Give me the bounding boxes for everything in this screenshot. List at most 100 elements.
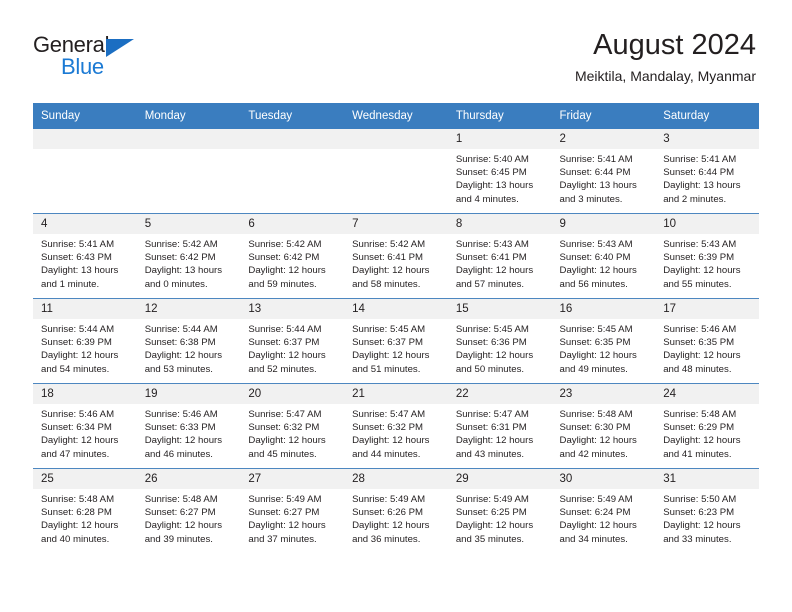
day-details: Sunrise: 5:42 AM Sunset: 6:41 PM Daylight:… [344,234,448,291]
calendar-day-cell[interactable]: 12 Sunrise: 5:44 AM Sunset: 6:38 PM Dayligh… [136,298,241,384]
day-number: 5 [136,214,241,234]
weekday-header-row: Sunday Monday Tuesday Wednesday Thursday… [33,103,759,129]
daylight-text-line2: and 33 minutes. [663,533,732,545]
daylight-text-line1: Daylight: 12 hours [455,435,534,447]
calendar-day-cell[interactable]: 13 Sunrise: 5:44 AM Sunset: 6:37 PM Dayligh… [240,298,345,384]
calendar-week-row: 18 Sunrise: 5:46 AM Sunset: 6:34 PM Dayligh… [33,383,759,469]
sunrise-text: Sunrise: 5:47 AM [455,409,529,420]
calendar-body: 1 Sunrise: 5:40 AM Sunset: 6:45 PM Daylight… [33,129,759,553]
calendar-day-cell[interactable]: 17 Sunrise: 5:46 AM Sunset: 6:35 PM Dayligh… [655,298,759,384]
daylight-text-line1: Daylight: 12 hours [559,520,637,532]
day-details: Sunrise: 5:48 AM Sunset: 6:27 PM Daylight:… [137,489,241,546]
daylight-text-line1: Daylight: 12 hours [352,265,430,277]
weekday-header-thursday: Thursday [447,103,552,129]
day-details: Sunrise: 5:50 AM Sunset: 6:23 PM Daylight:… [655,489,759,546]
sunset-text: Sunset: 6:43 PM [41,252,112,264]
calendar-day-cell[interactable]: 28 Sunrise: 5:49 AM Sunset: 6:26 PM Dayligh… [344,468,448,553]
daylight-text-line2: and 48 minutes. [663,363,732,375]
daylight-text-line1: Daylight: 12 hours [248,350,326,362]
sunset-text: Sunset: 6:36 PM [455,337,527,349]
weekday-header-monday: Monday [136,103,241,129]
calendar-day-cell[interactable]: 4 Sunrise: 5:41 AM Sunset: 6:43 PM Daylight… [33,213,137,299]
calendar-day-cell[interactable]: 16 Sunrise: 5:45 AM Sunset: 6:35 PM Dayligh… [551,298,656,384]
weekday-header-tuesday: Tuesday [240,103,345,129]
sunset-text: Sunset: 6:25 PM [455,507,527,519]
calendar-day-cell[interactable]: 30 Sunrise: 5:49 AM Sunset: 6:24 PM Dayligh… [551,468,656,553]
generalblue-logo[interactable]: General Blue [33,32,213,84]
day-number: 27 [240,469,345,489]
calendar-day-cell[interactable]: 25 Sunrise: 5:48 AM Sunset: 6:28 PM Dayligh… [33,468,137,553]
calendar-day-cell[interactable]: 14 Sunrise: 5:45 AM Sunset: 6:37 PM Dayligh… [344,298,448,384]
title-block: August 2024 Meiktila, Mandalay, Myanmar [575,28,756,85]
daylight-text-line1: Daylight: 13 hours [455,180,534,192]
daylight-text-line1: Daylight: 12 hours [455,520,534,532]
sunrise-text: Sunrise: 5:43 AM [559,239,633,250]
sunset-text: Sunset: 6:39 PM [663,252,735,264]
day-details: Sunrise: 5:45 AM Sunset: 6:36 PM Daylight:… [448,319,552,376]
day-number: 20 [240,384,345,404]
sunset-text: Sunset: 6:32 PM [248,422,320,434]
daylight-text-line1: Daylight: 12 hours [248,265,326,277]
daylight-text-line2: and 53 minutes. [144,363,213,375]
sunrise-text: Sunrise: 5:45 AM [352,324,426,335]
sunset-text: Sunset: 6:26 PM [352,507,424,519]
sunset-text: Sunset: 6:28 PM [41,507,112,519]
sunrise-text: Sunrise: 5:47 AM [248,409,322,420]
daylight-text-line2: and 37 minutes. [248,533,317,545]
calendar-day-cell[interactable]: 15 Sunrise: 5:45 AM Sunset: 6:36 PM Dayligh… [447,298,552,384]
sunrise-text: Sunrise: 5:45 AM [559,324,633,335]
calendar-day-cell[interactable]: 7 Sunrise: 5:42 AM Sunset: 6:41 PM Daylight… [344,213,448,299]
sunset-text: Sunset: 6:30 PM [559,422,631,434]
sunrise-text: Sunrise: 5:48 AM [559,409,633,420]
calendar-day-cell[interactable]: 31 Sunrise: 5:50 AM Sunset: 6:23 PM Dayligh… [655,468,759,553]
calendar-day-cell[interactable]: 20 Sunrise: 5:47 AM Sunset: 6:32 PM Dayligh… [240,383,345,469]
daylight-text-line2: and 58 minutes. [352,278,421,290]
sunrise-text: Sunrise: 5:45 AM [455,324,529,335]
calendar-day-cell[interactable]: 6 Sunrise: 5:42 AM Sunset: 6:42 PM Daylight… [240,213,345,299]
calendar-day-cell[interactable]: 26 Sunrise: 5:48 AM Sunset: 6:27 PM Dayligh… [136,468,241,553]
daylight-text-line2: and 2 minutes. [663,193,727,205]
calendar-day-cell[interactable]: 5 Sunrise: 5:42 AM Sunset: 6:42 PM Daylight… [136,213,241,299]
calendar-day-cell[interactable]: 29 Sunrise: 5:49 AM Sunset: 6:25 PM Dayligh… [447,468,552,553]
calendar-day-cell[interactable]: 1 Sunrise: 5:40 AM Sunset: 6:45 PM Daylight… [447,129,552,214]
daylight-text-line1: Daylight: 12 hours [663,265,741,277]
day-number: 12 [136,299,241,319]
calendar-day-cell[interactable]: 8 Sunrise: 5:43 AM Sunset: 6:41 PM Daylight… [447,213,552,299]
day-details: Sunrise: 5:41 AM Sunset: 6:43 PM Daylight:… [33,234,137,291]
day-number: 11 [33,299,137,319]
calendar-day-cell[interactable]: 10 Sunrise: 5:43 AM Sunset: 6:39 PM Dayligh… [655,213,759,299]
daylight-text-line2: and 59 minutes. [248,278,317,290]
calendar-day-cell[interactable]: 2 Sunrise: 5:41 AM Sunset: 6:44 PM Daylight… [551,129,656,214]
daylight-text-line2: and 40 minutes. [41,533,110,545]
sunrise-text: Sunrise: 5:40 AM [455,154,529,165]
day-number: 18 [33,384,137,404]
daylight-text-line2: and 4 minutes. [455,193,519,205]
daylight-text-line2: and 1 minute. [41,278,100,290]
calendar-day-cell[interactable]: 24 Sunrise: 5:48 AM Sunset: 6:29 PM Dayligh… [655,383,759,469]
weekday-header-friday: Friday [551,103,656,129]
calendar-day-cell[interactable]: 27 Sunrise: 5:49 AM Sunset: 6:27 PM Dayligh… [240,468,345,553]
calendar-day-cell[interactable]: 22 Sunrise: 5:47 AM Sunset: 6:31 PM Dayligh… [447,383,552,469]
day-details: Sunrise: 5:42 AM Sunset: 6:42 PM Daylight:… [240,234,344,291]
calendar-day-cell[interactable]: 11 Sunrise: 5:44 AM Sunset: 6:39 PM Dayligh… [33,298,137,384]
daylight-text-line1: Daylight: 12 hours [248,435,326,447]
day-number [240,129,345,149]
calendar-week-row: 4 Sunrise: 5:41 AM Sunset: 6:43 PM Daylight… [33,213,759,299]
sunset-text: Sunset: 6:44 PM [559,167,631,179]
calendar-day-cell[interactable]: 21 Sunrise: 5:47 AM Sunset: 6:32 PM Dayligh… [344,383,448,469]
sunrise-text: Sunrise: 5:41 AM [663,154,737,165]
calendar-day-cell[interactable]: 9 Sunrise: 5:43 AM Sunset: 6:40 PM Daylight… [551,213,656,299]
sunrise-text: Sunrise: 5:49 AM [455,494,529,505]
daylight-text-line2: and 0 minutes. [144,278,208,290]
calendar-day-cell[interactable]: 23 Sunrise: 5:48 AM Sunset: 6:30 PM Dayligh… [551,383,656,469]
daylight-text-line2: and 39 minutes. [144,533,213,545]
day-details: Sunrise: 5:42 AM Sunset: 6:42 PM Daylight:… [137,234,241,291]
calendar-day-cell[interactable]: 18 Sunrise: 5:46 AM Sunset: 6:34 PM Dayligh… [33,383,137,469]
calendar-day-cell[interactable]: 19 Sunrise: 5:46 AM Sunset: 6:33 PM Dayligh… [136,383,241,469]
daylight-text-line2: and 36 minutes. [352,533,421,545]
day-number: 25 [33,469,137,489]
calendar-day-cell-empty [344,129,448,214]
sunrise-text: Sunrise: 5:46 AM [144,409,218,420]
daylight-text-line1: Daylight: 12 hours [144,520,223,532]
calendar-day-cell[interactable]: 3 Sunrise: 5:41 AM Sunset: 6:44 PM Daylight… [655,129,759,214]
